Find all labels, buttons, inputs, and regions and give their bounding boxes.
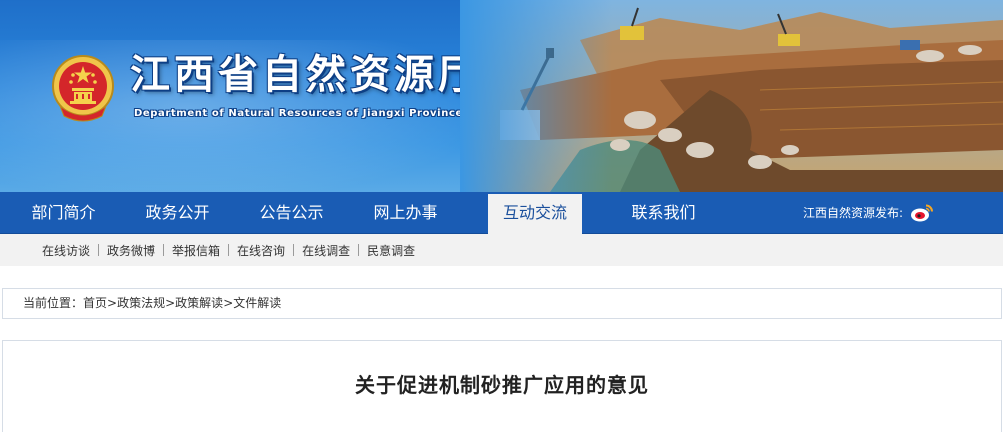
main-nav: 部门简介 政务公开 公告公示 网上办事 互动交流 联系我们 江西自然资源发布: — [0, 192, 1003, 238]
site-subtitle: Department of Natural Resources of Jiang… — [134, 108, 463, 119]
sub-nav-item-gov-weibo[interactable]: 政务微博 — [107, 242, 155, 259]
breadcrumb: 当前位置： 首页 > 政策法规 > 政策解读 > 文件解读 — [23, 289, 281, 318]
nav-item-gov-affairs[interactable]: 政务公开 — [124, 192, 231, 234]
breadcrumb-interpretation-link[interactable]: 政策解读 — [175, 289, 223, 318]
divider — [98, 244, 100, 256]
breadcrumb-prefix: 当前位置： — [23, 296, 84, 310]
weibo-label: 江西自然资源发布: — [803, 206, 904, 220]
divider — [163, 244, 165, 256]
divider — [228, 244, 230, 256]
national-emblem-icon — [52, 55, 114, 122]
site-banner: 江西省自然资源厅 Department of Natural Resources… — [0, 0, 1003, 192]
breadcrumb-document-link[interactable]: 文件解读 — [233, 289, 281, 318]
nav-item-notices[interactable]: 公告公示 — [238, 192, 345, 234]
nav-item-contact[interactable]: 联系我们 — [610, 192, 717, 234]
nav-item-online-services[interactable]: 网上办事 — [352, 192, 459, 234]
breadcrumb-separator: > — [223, 296, 234, 310]
sub-nav-list: 在线访谈 政务微博 举报信箱 在线咨询 在线调查 民意调查 — [42, 234, 415, 266]
sub-nav-item-opinion-poll[interactable]: 民意调查 — [367, 242, 415, 259]
site-title: 江西省自然资源厅 — [130, 51, 482, 98]
weibo-icon[interactable] — [910, 203, 934, 223]
breadcrumb-separator: > — [107, 296, 118, 310]
sub-nav: 在线访谈 政务微博 举报信箱 在线咨询 在线调查 民意调查 — [0, 234, 1003, 266]
sub-nav-item-online-survey[interactable]: 在线调查 — [302, 242, 350, 259]
article-container: 关于促进机制砂推广应用的意见 — [2, 340, 1002, 432]
breadcrumb-bar: 当前位置： 首页 > 政策法规 > 政策解读 > 文件解读 — [2, 288, 1002, 319]
breadcrumb-separator: > — [165, 296, 176, 310]
sub-nav-item-online-interview[interactable]: 在线访谈 — [42, 242, 90, 259]
divider — [293, 244, 295, 256]
sub-nav-item-report-mailbox[interactable]: 举报信箱 — [172, 242, 220, 259]
sub-nav-item-online-consult[interactable]: 在线咨询 — [237, 242, 285, 259]
article-title: 关于促进机制砂推广应用的意见 — [355, 373, 649, 397]
nav-item-about[interactable]: 部门简介 — [10, 192, 117, 234]
quarry-banner-image — [460, 0, 1003, 192]
nav-item-interaction[interactable]: 互动交流 — [488, 194, 582, 238]
divider — [358, 244, 360, 256]
breadcrumb-policy-link[interactable]: 政策法规 — [117, 289, 165, 318]
breadcrumb-home-link[interactable]: 首页 — [83, 289, 107, 318]
